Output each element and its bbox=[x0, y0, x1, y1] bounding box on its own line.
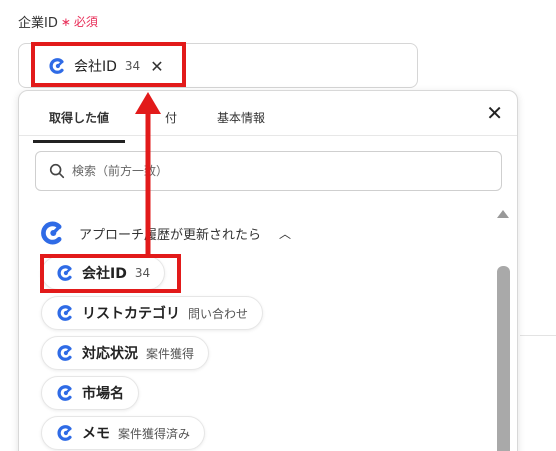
required-mark: ∗ bbox=[60, 14, 71, 29]
app-logo-icon bbox=[39, 220, 65, 246]
tab-basic-info[interactable]: 基本情報 bbox=[217, 105, 265, 143]
list-item[interactable]: メモ 案件獲得済み bbox=[41, 416, 206, 450]
search-input[interactable] bbox=[72, 164, 501, 178]
close-icon[interactable]: ✕ bbox=[486, 103, 503, 123]
scroll-up-icon[interactable] bbox=[497, 210, 509, 218]
app-logo-icon bbox=[56, 424, 74, 442]
required-text: 必須 bbox=[73, 15, 98, 29]
group-title: アプローチ履歴が更新されたら bbox=[79, 227, 262, 243]
item-value: 問い合わせ bbox=[188, 306, 249, 321]
search-box[interactable] bbox=[35, 151, 502, 191]
app-logo-icon bbox=[56, 384, 74, 402]
item-name: リストカテゴリ bbox=[82, 306, 180, 322]
tab-retrieved-values[interactable]: 取得した値 bbox=[33, 105, 125, 143]
field-label-text: 企業ID bbox=[18, 16, 58, 31]
highlight-box-selected bbox=[31, 42, 186, 87]
tab-second[interactable]: 付 bbox=[151, 105, 191, 143]
item-name: 市場名 bbox=[82, 386, 124, 402]
highlight-box-item bbox=[40, 254, 181, 293]
tab-divider bbox=[19, 135, 517, 136]
trigger-group-header[interactable]: アプローチ履歴が更新されたら ︿ bbox=[39, 220, 291, 246]
search-icon bbox=[49, 163, 65, 179]
item-value: 案件獲得 bbox=[146, 346, 195, 361]
scrollbar-thumb[interactable] bbox=[497, 266, 510, 451]
item-name: 対応状況 bbox=[82, 346, 138, 362]
app-logo-icon bbox=[56, 304, 74, 322]
list-item[interactable]: 対応状況 案件獲得 bbox=[41, 336, 210, 370]
list-item[interactable]: 市場名 bbox=[41, 376, 139, 410]
background-divider bbox=[520, 335, 556, 336]
picker-tabs: 取得した値 付 基本情報 bbox=[33, 105, 291, 143]
item-name: メモ bbox=[82, 426, 110, 442]
field-label: 企業ID ∗ 必須 bbox=[18, 12, 98, 32]
list-item[interactable]: リストカテゴリ 問い合わせ bbox=[41, 296, 264, 330]
caret-up-icon[interactable]: ︿ bbox=[279, 225, 291, 242]
app-logo-icon bbox=[56, 344, 74, 362]
item-value: 案件獲得済み bbox=[118, 426, 191, 441]
